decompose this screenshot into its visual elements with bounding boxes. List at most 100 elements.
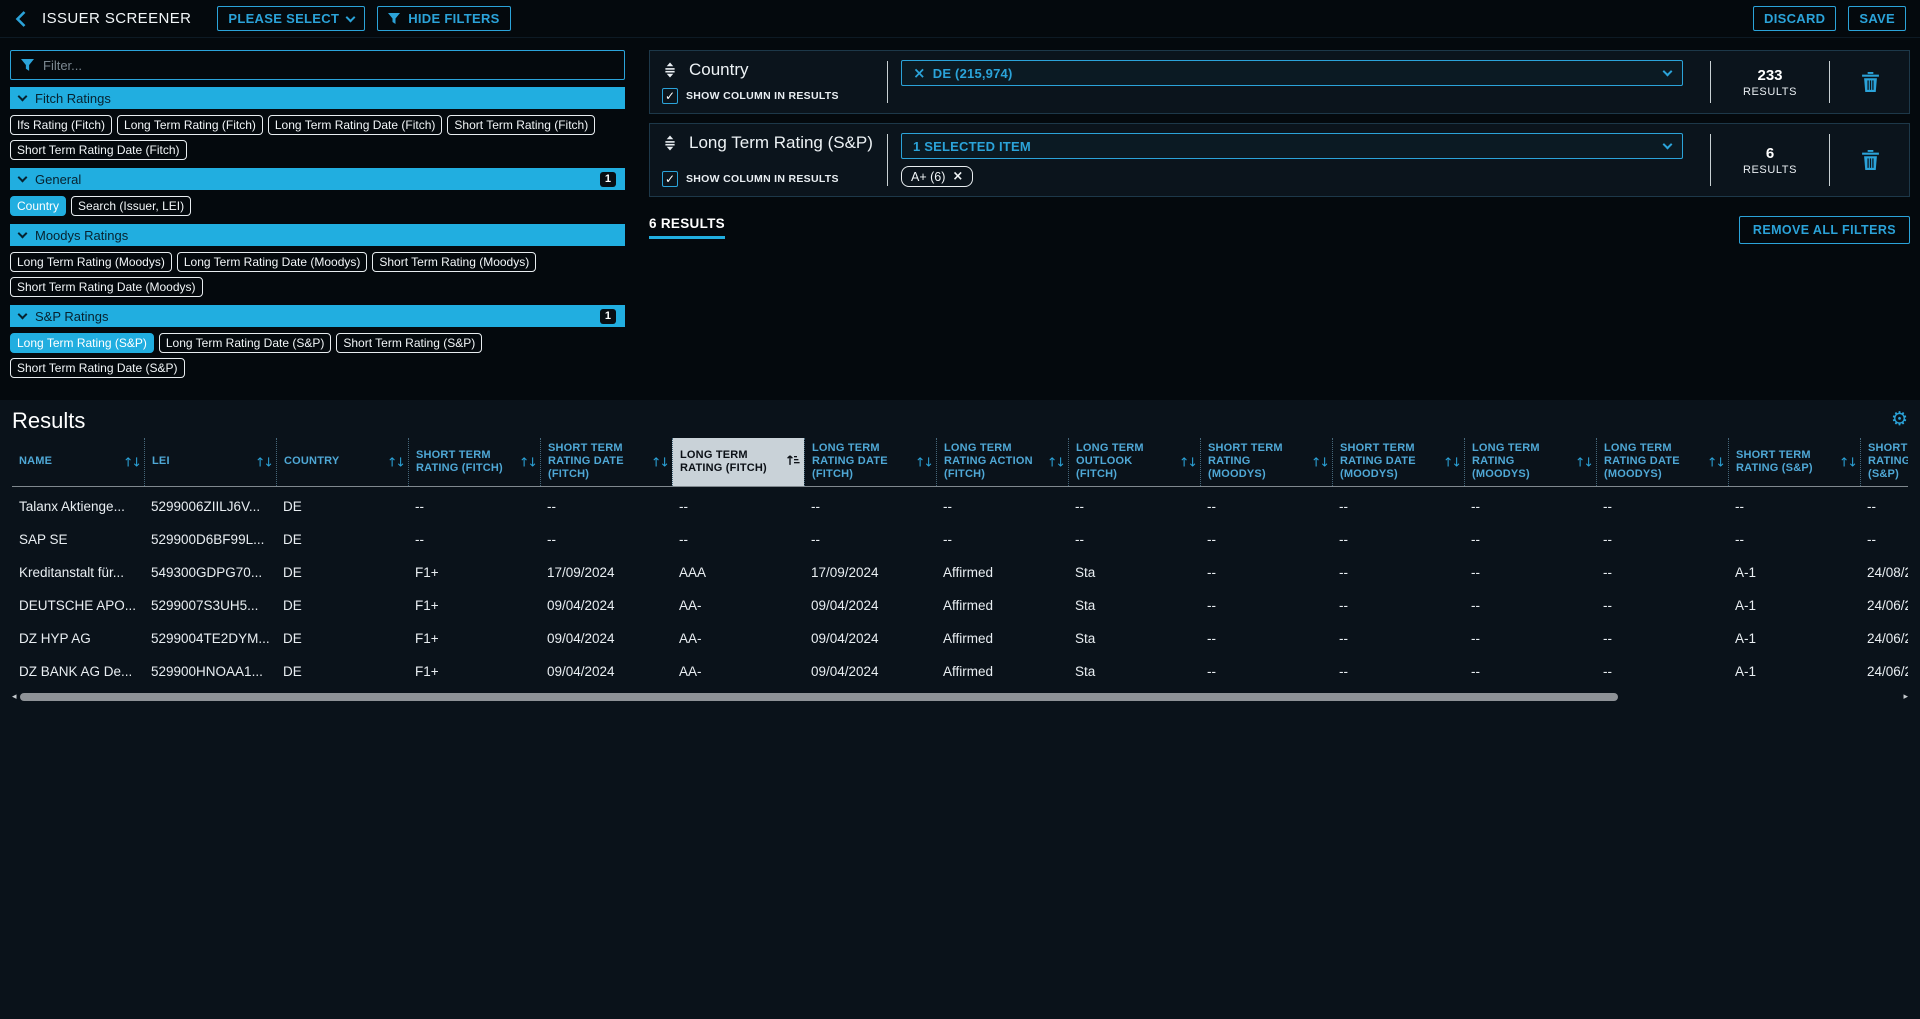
- column-header-label: SHORT TERM RATING (MOODYS): [1208, 442, 1308, 482]
- selection-text: DE (215,974): [933, 66, 1013, 81]
- sort-icon[interactable]: ↑↓: [519, 454, 536, 469]
- table-row[interactable]: SAP SE529900D6BF99L...DE----------------…: [12, 523, 1908, 556]
- column-header[interactable]: LONG TERM RATING ACTION (FITCH)↑↓: [936, 438, 1068, 486]
- filter-input[interactable]: [43, 58, 614, 73]
- table-cell: --: [1200, 664, 1332, 679]
- sort-icon[interactable]: ↑↓: [1707, 454, 1724, 469]
- filter-value-select[interactable]: 1 SELECTED ITEM: [901, 133, 1683, 159]
- table-row[interactable]: Kreditanstalt für...549300GDPG70...DEF1+…: [12, 556, 1908, 589]
- filter-chip[interactable]: Short Term Rating (S&P): [336, 333, 482, 353]
- filter-chip[interactable]: Long Term Rating (Fitch): [117, 115, 263, 135]
- horizontal-scrollbar[interactable]: ◂ ▸: [12, 691, 1908, 703]
- trash-icon[interactable]: [1861, 150, 1880, 171]
- filter-chip[interactable]: Long Term Rating Date (Moodys): [177, 252, 368, 272]
- column-header[interactable]: SHORT TERM RATING (FITCH)↑↓: [408, 438, 540, 486]
- column-header[interactable]: NAME↑↓: [12, 438, 144, 486]
- tag-label: A+ (6): [911, 170, 945, 184]
- filter-chip[interactable]: Long Term Rating Date (S&P): [159, 333, 332, 353]
- trash-icon[interactable]: [1861, 72, 1880, 93]
- table-cell: 529900D6BF99L...: [144, 532, 276, 547]
- table-cell: --: [1596, 565, 1728, 580]
- filter-chip[interactable]: Ifs Rating (Fitch): [10, 115, 112, 135]
- filter-chip[interactable]: Long Term Rating (Moodys): [10, 252, 172, 272]
- column-header-label: LONG TERM OUTLOOK (FITCH): [1076, 442, 1176, 482]
- filter-value-select[interactable]: × DE (215,974): [901, 60, 1683, 86]
- table-row[interactable]: Talanx Aktienge...5299006ZIILJ6V...DE---…: [12, 490, 1908, 523]
- table-cell: --: [1596, 664, 1728, 679]
- hide-filters-button[interactable]: HIDE FILTERS: [377, 6, 510, 31]
- table-cell: AA-: [672, 598, 804, 613]
- show-column-toggle[interactable]: ✓SHOW COLUMN IN RESULTS: [662, 88, 874, 104]
- column-header[interactable]: LONG TERM RATING DATE (MOODYS)↑↓: [1596, 438, 1728, 486]
- filter-section-header[interactable]: S&P Ratings1: [10, 305, 625, 327]
- column-header[interactable]: SHORT TERM RATING DATE (FITCH)↑↓: [540, 438, 672, 486]
- sort-icon[interactable]: ↑↓: [1575, 454, 1592, 469]
- column-header[interactable]: LONG TERM RATING DATE (FITCH)↑↓: [804, 438, 936, 486]
- sort-icon[interactable]: ↑↓: [651, 454, 668, 469]
- remove-filter-button[interactable]: [1843, 60, 1897, 104]
- sort-icon[interactable]: ↑↓: [915, 454, 932, 469]
- column-header[interactable]: SHORT TERM RATING DATE (MOODYS)↑↓: [1332, 438, 1464, 486]
- table-row[interactable]: DEUTSCHE APO...5299007S3UH5...DEF1+09/04…: [12, 589, 1908, 622]
- filter-chip[interactable]: Search (Issuer, LEI): [71, 196, 191, 216]
- filter-chip[interactable]: Long Term Rating Date (Fitch): [268, 115, 443, 135]
- results-header: Results ⚙: [12, 408, 1908, 434]
- sort-ascending-icon[interactable]: [786, 453, 800, 470]
- filter-chip[interactable]: Short Term Rating (Fitch): [447, 115, 595, 135]
- filter-section-header[interactable]: Fitch Ratings: [10, 87, 625, 109]
- sort-icon[interactable]: ↑↓: [123, 454, 140, 469]
- drag-handle-icon[interactable]: [662, 135, 678, 151]
- scroll-left-icon[interactable]: ◂: [12, 692, 17, 702]
- save-button[interactable]: SAVE: [1848, 6, 1906, 31]
- column-header[interactable]: COUNTRY ↑↓: [276, 438, 408, 486]
- sort-icon[interactable]: ↑↓: [1179, 454, 1196, 469]
- table-row[interactable]: DZ BANK AG De...529900HNOAA1...DEF1+09/0…: [12, 655, 1908, 688]
- sort-icon[interactable]: ↑↓: [255, 454, 272, 469]
- show-column-checkbox[interactable]: ✓: [662, 88, 678, 104]
- column-header[interactable]: LONG TERM RATING (MOODYS)↑↓: [1464, 438, 1596, 486]
- divider: [1829, 134, 1830, 186]
- column-header[interactable]: SHORT TERM RATING (S&P)↑↓: [1728, 438, 1860, 486]
- table-cell: 5299006ZIILJ6V...: [144, 499, 276, 514]
- sort-icon[interactable]: ↑↓: [1311, 454, 1328, 469]
- column-header[interactable]: LEI↑↓: [144, 438, 276, 486]
- sort-icon[interactable]: ↑↓: [1443, 454, 1460, 469]
- scroll-right-icon[interactable]: ▸: [1903, 692, 1908, 702]
- table-row[interactable]: DZ HYP AG5299004TE2DYM...DEF1+09/04/2024…: [12, 622, 1908, 655]
- results-count-tab[interactable]: 6 RESULTS: [649, 216, 725, 239]
- remove-filter-button[interactable]: [1843, 133, 1897, 187]
- filter-chip[interactable]: Short Term Rating (Moodys): [372, 252, 536, 272]
- filter-chip[interactable]: Short Term Rating Date (S&P): [10, 358, 185, 378]
- filter-chip[interactable]: Short Term Rating Date (Fitch): [10, 140, 187, 160]
- chevron-down-icon: [346, 12, 356, 22]
- table-cell: --: [804, 532, 936, 547]
- filter-chip[interactable]: Long Term Rating (S&P): [10, 333, 154, 353]
- discard-button[interactable]: DISCARD: [1753, 6, 1836, 31]
- gear-icon[interactable]: ⚙: [1891, 408, 1908, 430]
- show-column-toggle[interactable]: ✓SHOW COLUMN IN RESULTS: [662, 171, 874, 187]
- column-header[interactable]: LONG TERM RATING (FITCH): [672, 438, 804, 486]
- remove-selection-icon[interactable]: ×: [913, 64, 926, 82]
- column-header[interactable]: LONG TERM OUTLOOK (FITCH)↑↓: [1068, 438, 1200, 486]
- filter-chip[interactable]: Country: [10, 196, 66, 216]
- column-header[interactable]: SHORT TERM RATING DATE (S&P)↑↓: [1860, 438, 1908, 486]
- scrollbar-thumb[interactable]: [20, 693, 1619, 701]
- sort-icon[interactable]: ↑↓: [387, 454, 404, 469]
- scrollbar-track[interactable]: [20, 693, 1901, 701]
- back-icon[interactable]: [14, 10, 28, 28]
- column-header[interactable]: SHORT TERM RATING (MOODYS)↑↓: [1200, 438, 1332, 486]
- remove-all-filters-button[interactable]: REMOVE ALL FILTERS: [1739, 216, 1910, 244]
- filter-chip[interactable]: Short Term Rating Date (Moodys): [10, 277, 203, 297]
- view-select-dropdown[interactable]: PLEASE SELECT: [217, 6, 365, 31]
- column-header-label: COUNTRY: [284, 455, 339, 468]
- selected-value-tag[interactable]: A+ (6) ×: [901, 166, 973, 187]
- filter-section-header[interactable]: General1: [10, 168, 625, 190]
- selected-value: × DE (215,974): [913, 65, 1013, 82]
- sort-icon[interactable]: ↑↓: [1839, 454, 1856, 469]
- drag-handle-icon[interactable]: [662, 62, 678, 78]
- filter-section-header[interactable]: Moodys Ratings: [10, 224, 625, 246]
- show-column-checkbox[interactable]: ✓: [662, 171, 678, 187]
- sort-icon[interactable]: ↑↓: [1047, 454, 1064, 469]
- remove-tag-icon[interactable]: ×: [952, 169, 963, 184]
- table-cell: DEUTSCHE APO...: [12, 598, 144, 613]
